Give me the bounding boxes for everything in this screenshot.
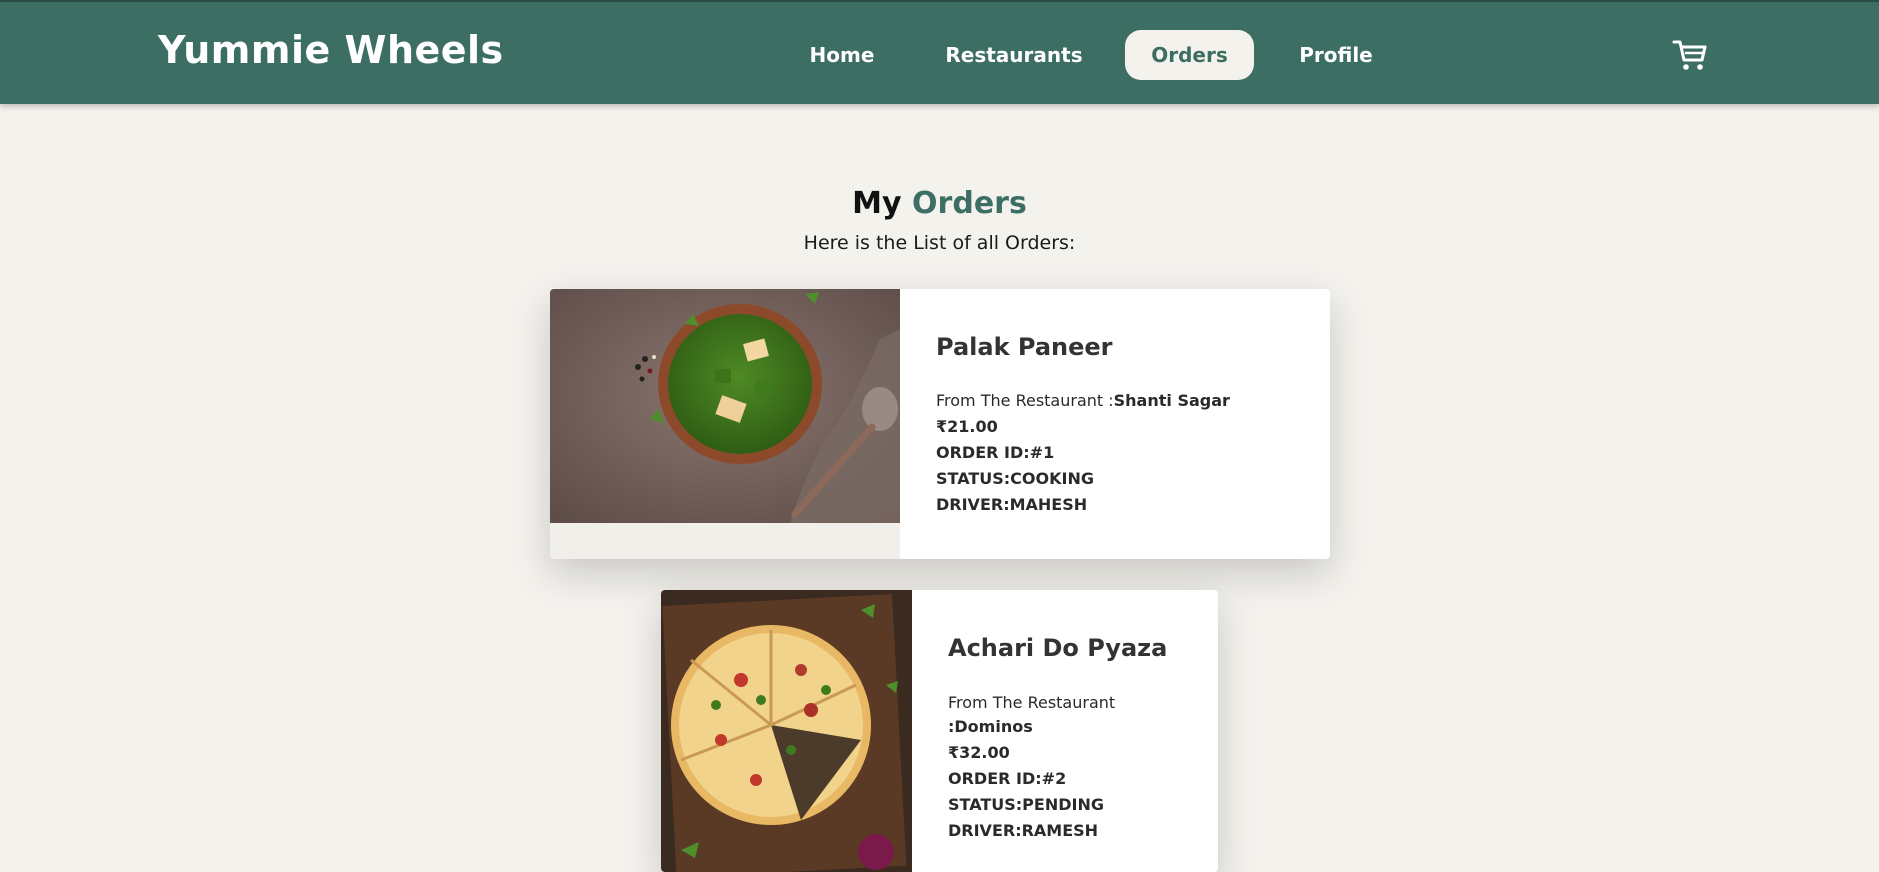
restaurant-label: From The Restaurant :: [936, 391, 1114, 410]
order-card[interactable]: Palak Paneer From The Restaurant :Shanti…: [550, 289, 1330, 559]
page-title: My Orders: [0, 186, 1879, 221]
page-title-prefix: My: [852, 186, 902, 221]
palak-paneer-bowl-image: [550, 289, 900, 523]
order-id: ORDER ID:#1: [936, 443, 1055, 462]
nav-home[interactable]: Home: [800, 30, 884, 80]
order-status: STATUS:COOKING: [936, 469, 1094, 488]
nav-orders-active[interactable]: Orders: [1125, 30, 1254, 80]
cart-icon[interactable]: [1672, 38, 1708, 72]
order-status: STATUS:PENDING: [948, 795, 1104, 814]
page-title-accent: Orders: [912, 186, 1027, 221]
order-price: ₹21.00: [936, 417, 998, 436]
order-id: ORDER ID:#2: [948, 769, 1067, 788]
brand-logo[interactable]: Yummie Wheels: [158, 28, 504, 72]
order-details: Achari Do Pyaza From The Restaurant :Dom…: [912, 590, 1218, 872]
dish-name: Palak Paneer: [936, 333, 1113, 361]
order-price: ₹32.00: [948, 743, 1010, 762]
order-driver: DRIVER:MAHESH: [936, 495, 1088, 514]
order-driver: DRIVER:RAMESH: [948, 821, 1099, 840]
order-card[interactable]: Achari Do Pyaza From The Restaurant :Dom…: [661, 590, 1218, 872]
dish-name: Achari Do Pyaza: [948, 634, 1168, 662]
restaurant-name: Shanti Sagar: [1113, 391, 1230, 410]
restaurant-name: :Dominos: [948, 717, 1033, 736]
restaurant-label: From The Restaurant: [948, 693, 1116, 712]
restaurant-line: From The Restaurant :Shanti Sagar: [936, 391, 1230, 410]
nav-profile[interactable]: Profile: [1295, 30, 1377, 80]
nav-restaurants[interactable]: Restaurants: [940, 30, 1088, 80]
order-details: Palak Paneer From The Restaurant :Shanti…: [900, 289, 1330, 559]
page-subtitle: Here is the List of all Orders:: [803, 232, 1076, 254]
pizza-board-image: [661, 590, 912, 872]
top-navbar: Yummie Wheels Home Restaurants Orders Pr…: [0, 0, 1879, 104]
